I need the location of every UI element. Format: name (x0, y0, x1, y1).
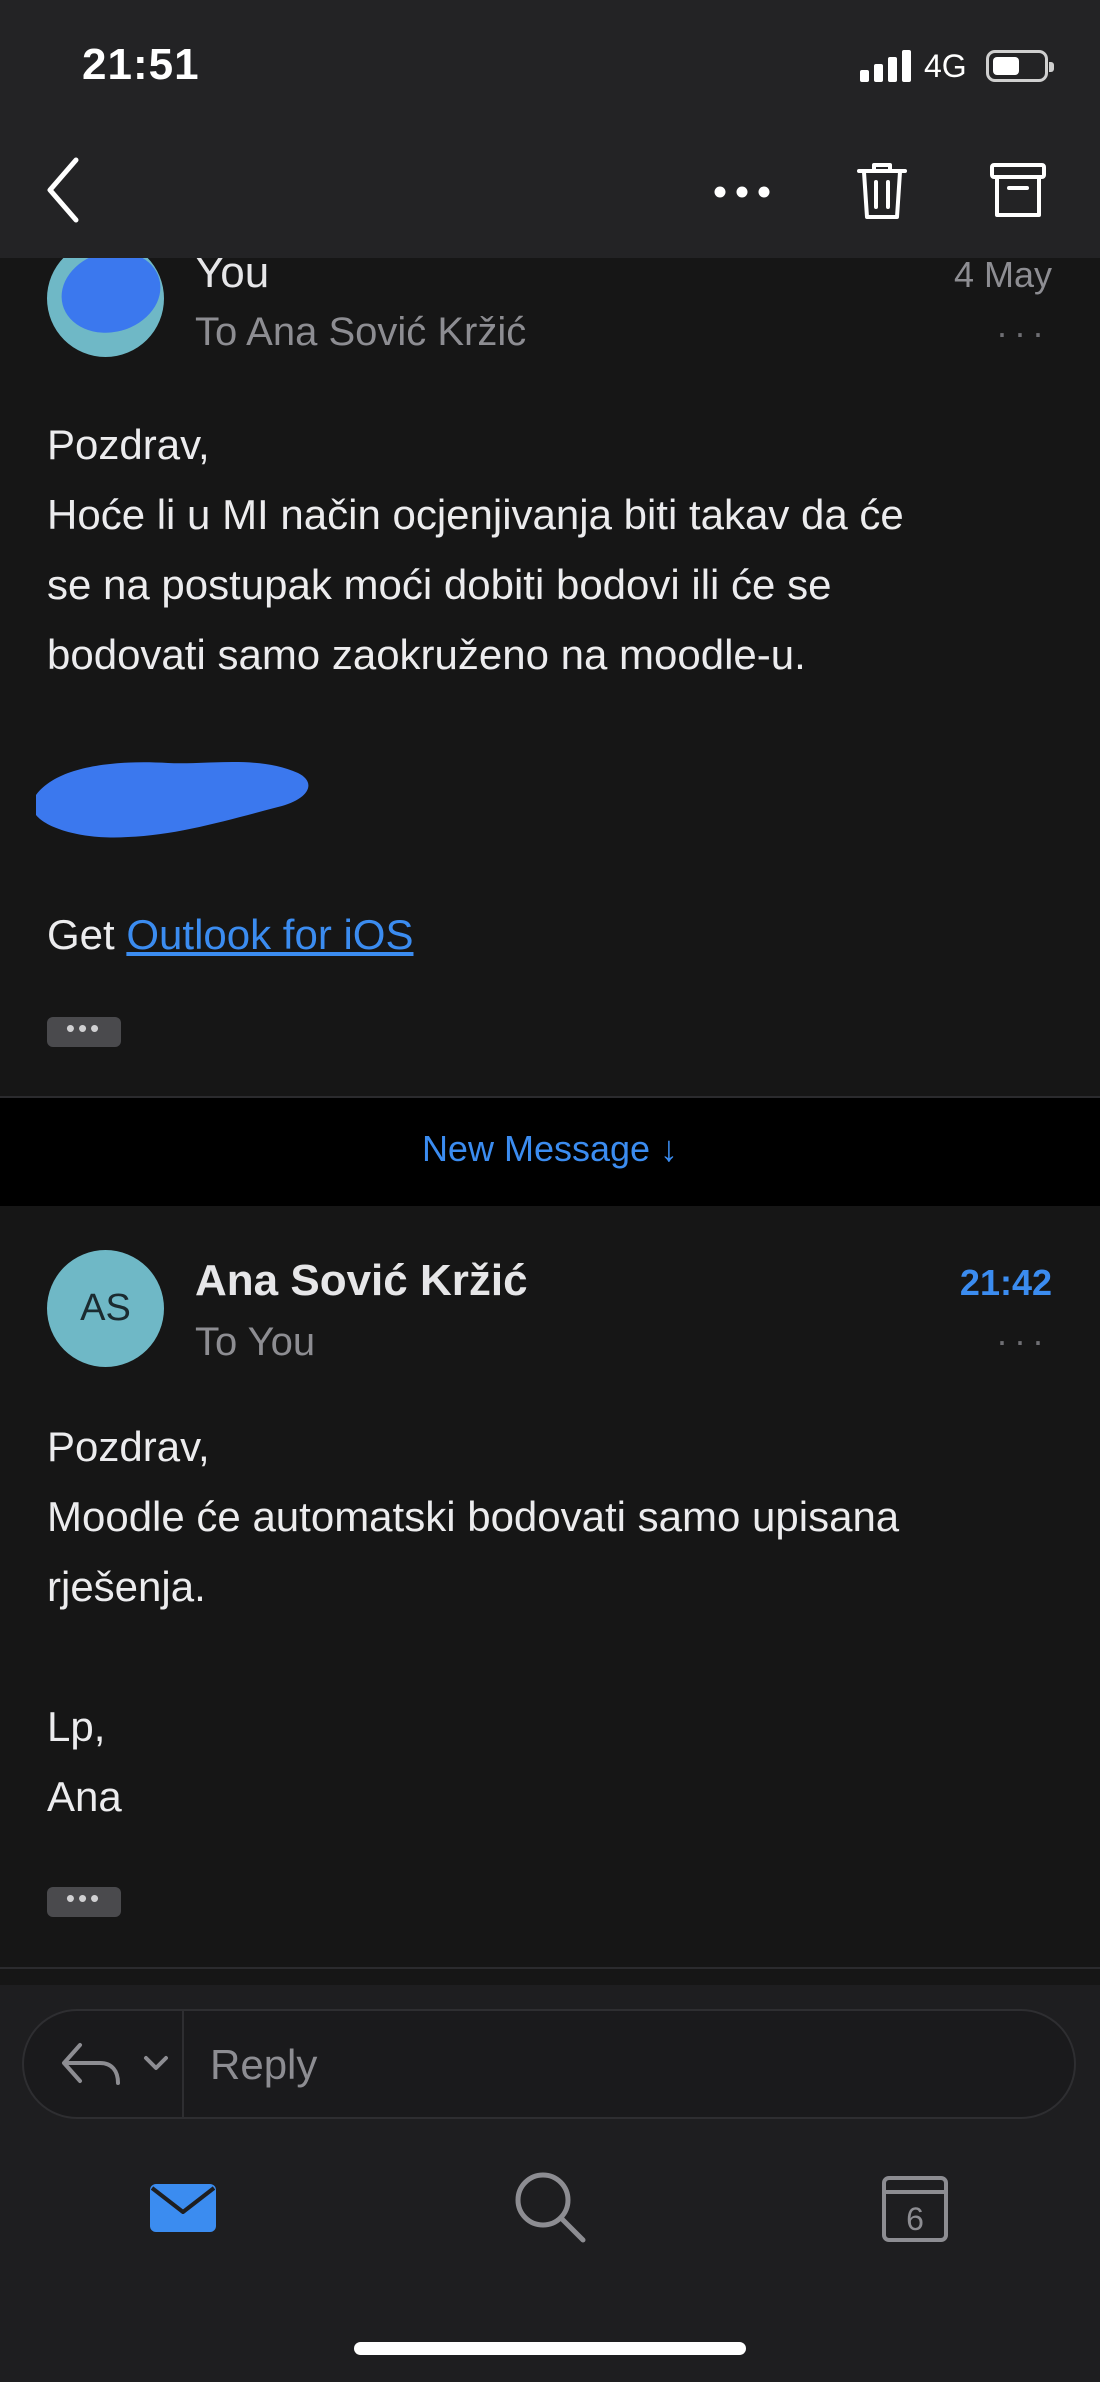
body-line: Pozdrav, (47, 1423, 210, 1470)
status-time: 21:51 (82, 40, 200, 89)
reply-bar: Reply (0, 1985, 1100, 2132)
new-message-label: New Message ↓ (421, 1128, 679, 1169)
body-line: bodovati samo zaokruženo na moodle-u. (47, 631, 806, 678)
tab-mail[interactable] (138, 2162, 228, 2252)
more-options-button[interactable] (707, 155, 777, 225)
body-line: Lp, (47, 1703, 106, 1750)
avatar-initials: AS (80, 1287, 131, 1329)
archive-button[interactable] (983, 155, 1053, 225)
message-recipient: To You (195, 1320, 316, 1364)
new-message-banner[interactable]: New Message ↓ (0, 1098, 1100, 1206)
reply-input[interactable]: Reply (210, 2041, 317, 2089)
message-date: 4 May (953, 254, 1052, 295)
battery-icon (986, 50, 1054, 82)
show-quoted-text-button[interactable]: ••• (47, 1885, 121, 1917)
message-body: Pozdrav, Moodle će automatski bodovati s… (47, 1412, 899, 1832)
message-body: Pozdrav, Hoće li u MI način ocjenjivanja… (47, 410, 904, 690)
message-sender: Ana Sović Kržić (195, 1256, 528, 1305)
mail-icon (150, 2184, 216, 2232)
reply-separator (182, 2011, 184, 2117)
message-recipient: To Ana Sović Kržić (195, 310, 527, 354)
reply-box[interactable]: Reply (22, 2009, 1076, 2119)
outlook-ios-link[interactable]: Outlook for iOS (126, 911, 413, 958)
home-indicator (354, 2342, 746, 2355)
calendar-day: 6 (906, 2201, 924, 2237)
message-date: 21:42 (959, 1262, 1052, 1303)
tab-calendar[interactable]: 6 (870, 2162, 960, 2252)
signal-icon (860, 50, 912, 82)
delete-button[interactable] (847, 155, 917, 225)
email-signature: Get Outlook for iOS (47, 900, 413, 970)
body-line: Moodle će automatski bodovati samo upisa… (47, 1493, 900, 1540)
show-quoted-text-button[interactable]: ••• (47, 1015, 121, 1047)
divider (0, 1967, 1100, 1969)
message-more-button[interactable]: ··· (996, 312, 1050, 354)
message-more-button[interactable]: ··· (996, 1320, 1050, 1362)
archive-icon (990, 163, 1046, 217)
redacted-signature (36, 762, 309, 838)
more-horizontal-icon (714, 186, 770, 198)
body-line: Ana (47, 1773, 122, 1820)
calendar-icon: 6 (882, 2176, 948, 2242)
body-line: rješenja. (47, 1563, 206, 1610)
top-bar: 21:51 4G (0, 0, 1100, 258)
signature-prefix: Get (47, 911, 127, 958)
back-button[interactable] (40, 150, 90, 230)
chevron-left-icon (47, 157, 79, 223)
body-line: Pozdrav, (47, 421, 210, 468)
reply-options-button[interactable] (54, 2031, 184, 2101)
tab-search[interactable] (505, 2162, 595, 2252)
reply-arrow-icon (62, 2043, 168, 2085)
body-line: Hoće li u MI način ocjenjivanja biti tak… (47, 491, 904, 538)
body-line: se na postupak moći dobiti bodovi ili će… (47, 561, 832, 608)
body-line (47, 1622, 899, 1692)
network-type: 4G (924, 48, 967, 84)
search-icon (515, 2172, 586, 2243)
sender-avatar[interactable]: AS (47, 1250, 164, 1367)
mail-message-screen: 21:51 4G You To Ana Sović Kržić 4 May ··… (0, 0, 1100, 2382)
trash-icon (857, 163, 907, 219)
